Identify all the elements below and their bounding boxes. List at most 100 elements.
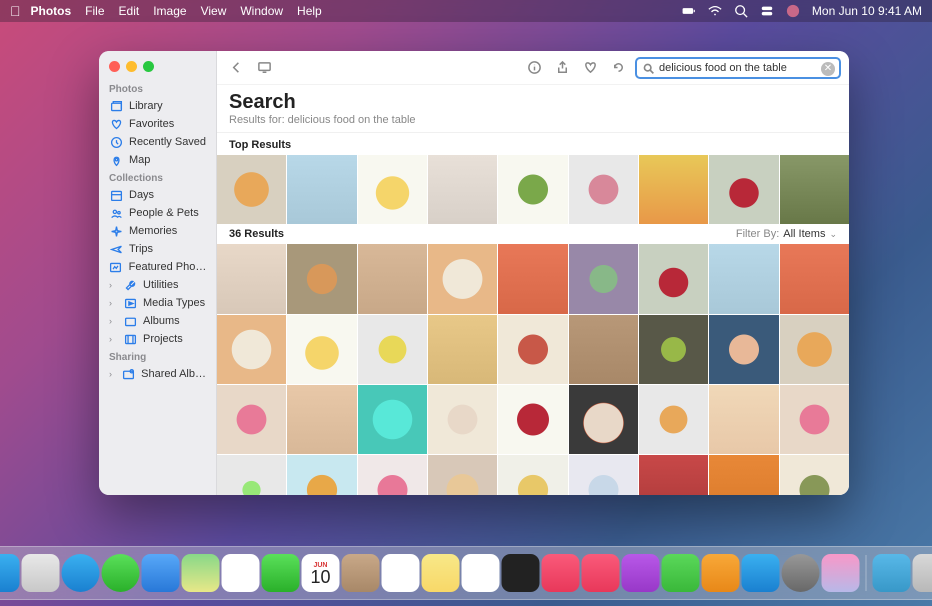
dock-finder[interactable] bbox=[0, 554, 20, 592]
photo-thumbnail[interactable] bbox=[498, 385, 567, 454]
dock-maps[interactable] bbox=[182, 554, 220, 592]
photo-thumbnail[interactable] bbox=[709, 244, 778, 313]
photo-thumbnail[interactable] bbox=[569, 455, 638, 495]
photo-thumbnail[interactable] bbox=[709, 455, 778, 495]
spotlight-icon[interactable] bbox=[734, 4, 748, 18]
dock-contacts[interactable] bbox=[342, 554, 380, 592]
control-center-icon[interactable] bbox=[760, 4, 774, 18]
menu-help[interactable]: Help bbox=[297, 4, 322, 18]
photo-thumbnail[interactable] bbox=[498, 244, 567, 313]
photo-thumbnail[interactable] bbox=[780, 155, 849, 224]
dock-mail[interactable] bbox=[142, 554, 180, 592]
photo-thumbnail[interactable] bbox=[428, 315, 497, 384]
photo-thumbnail[interactable] bbox=[358, 315, 427, 384]
clear-search-button[interactable]: ✕ bbox=[821, 62, 835, 76]
photo-thumbnail[interactable] bbox=[217, 155, 286, 224]
photo-thumbnail[interactable] bbox=[217, 455, 286, 495]
dock-trash[interactable] bbox=[913, 554, 932, 592]
dock-freeform[interactable] bbox=[462, 554, 500, 592]
back-button[interactable] bbox=[225, 57, 247, 79]
photo-thumbnail[interactable] bbox=[358, 385, 427, 454]
photo-thumbnail[interactable] bbox=[498, 155, 567, 224]
photo-thumbnail[interactable] bbox=[217, 385, 286, 454]
battery-icon[interactable] bbox=[682, 4, 696, 18]
dock-news[interactable] bbox=[582, 554, 620, 592]
menu-view[interactable]: View bbox=[201, 4, 227, 18]
photo-thumbnail[interactable] bbox=[287, 315, 356, 384]
photo-thumbnail[interactable] bbox=[428, 155, 497, 224]
sidebar-item-days[interactable]: Days bbox=[99, 186, 216, 204]
sidebar-item-shared-albums[interactable]: › Shared Albums bbox=[99, 365, 216, 383]
dock-safari[interactable] bbox=[62, 554, 100, 592]
search-field[interactable]: ✕ bbox=[635, 57, 841, 79]
dock-messages[interactable] bbox=[102, 554, 140, 592]
photo-thumbnail[interactable] bbox=[287, 455, 356, 495]
photo-thumbnail[interactable] bbox=[428, 385, 497, 454]
photo-thumbnail[interactable] bbox=[709, 315, 778, 384]
apple-menu-icon[interactable]:  bbox=[10, 3, 21, 19]
content[interactable]: Search Results for: delicious food on th… bbox=[217, 85, 849, 495]
menu-edit[interactable]: Edit bbox=[119, 4, 140, 18]
photo-thumbnail[interactable] bbox=[287, 155, 356, 224]
photo-thumbnail[interactable] bbox=[780, 244, 849, 313]
dock-settings[interactable] bbox=[782, 554, 820, 592]
minimize-button[interactable] bbox=[126, 61, 137, 72]
close-button[interactable] bbox=[109, 61, 120, 72]
menu-file[interactable]: File bbox=[85, 4, 104, 18]
photo-thumbnail[interactable] bbox=[569, 315, 638, 384]
dock-downloads[interactable] bbox=[873, 554, 911, 592]
photo-thumbnail[interactable] bbox=[569, 155, 638, 224]
photo-thumbnail[interactable] bbox=[217, 315, 286, 384]
dock-music[interactable] bbox=[542, 554, 580, 592]
photo-thumbnail[interactable] bbox=[780, 385, 849, 454]
photo-thumbnail[interactable] bbox=[639, 315, 708, 384]
photo-thumbnail[interactable] bbox=[358, 155, 427, 224]
sidebar-item-map[interactable]: Map bbox=[99, 151, 216, 169]
dock-reminders[interactable] bbox=[382, 554, 420, 592]
sidebar-item-featured[interactable]: Featured Photos bbox=[99, 258, 216, 276]
menu-window[interactable]: Window bbox=[240, 4, 283, 18]
photo-thumbnail[interactable] bbox=[569, 244, 638, 313]
wifi-icon[interactable] bbox=[708, 4, 722, 18]
photo-thumbnail[interactable] bbox=[780, 455, 849, 495]
sidebar-item-recently-saved[interactable]: Recently Saved bbox=[99, 133, 216, 151]
chevron-down-icon[interactable]: ⌄ bbox=[829, 229, 837, 240]
photo-thumbnail[interactable] bbox=[780, 315, 849, 384]
photo-thumbnail[interactable] bbox=[498, 315, 567, 384]
photo-thumbnail[interactable] bbox=[639, 385, 708, 454]
dock-facetime[interactable] bbox=[262, 554, 300, 592]
photo-thumbnail[interactable] bbox=[639, 455, 708, 495]
photo-thumbnail[interactable] bbox=[358, 244, 427, 313]
filter-value[interactable]: All Items bbox=[783, 228, 825, 240]
menubar-clock[interactable]: Mon Jun 10 9:41 AM bbox=[812, 4, 922, 18]
photo-thumbnail[interactable] bbox=[358, 455, 427, 495]
favorite-button[interactable] bbox=[579, 57, 601, 79]
dock-appstore[interactable] bbox=[742, 554, 780, 592]
photo-thumbnail[interactable] bbox=[709, 385, 778, 454]
sidebar-item-favorites[interactable]: Favorites bbox=[99, 115, 216, 133]
dock-notes[interactable] bbox=[422, 554, 460, 592]
photo-thumbnail[interactable] bbox=[569, 385, 638, 454]
info-button[interactable] bbox=[523, 57, 545, 79]
app-name[interactable]: Photos bbox=[31, 4, 72, 18]
photo-thumbnail[interactable] bbox=[287, 385, 356, 454]
dock-podcasts[interactable] bbox=[622, 554, 660, 592]
rotate-button[interactable] bbox=[607, 57, 629, 79]
search-input[interactable] bbox=[659, 62, 819, 74]
sidebar-item-utilities[interactable]: › Utilities bbox=[99, 276, 216, 294]
photo-thumbnail[interactable] bbox=[709, 155, 778, 224]
photo-thumbnail[interactable] bbox=[498, 455, 567, 495]
photo-thumbnail[interactable] bbox=[287, 244, 356, 313]
photo-thumbnail[interactable] bbox=[217, 244, 286, 313]
sidebar-item-people-pets[interactable]: People & Pets bbox=[99, 204, 216, 222]
sidebar-item-library[interactable]: Library bbox=[99, 97, 216, 115]
menu-image[interactable]: Image bbox=[153, 4, 186, 18]
photo-thumbnail[interactable] bbox=[428, 244, 497, 313]
dock-pages[interactable] bbox=[702, 554, 740, 592]
dock-launchpad[interactable] bbox=[22, 554, 60, 592]
user-avatar-icon[interactable] bbox=[786, 4, 800, 18]
photo-thumbnail[interactable] bbox=[639, 244, 708, 313]
sidebar-item-memories[interactable]: Memories bbox=[99, 222, 216, 240]
sidebar-item-trips[interactable]: Trips bbox=[99, 240, 216, 258]
dock-numbers[interactable] bbox=[662, 554, 700, 592]
